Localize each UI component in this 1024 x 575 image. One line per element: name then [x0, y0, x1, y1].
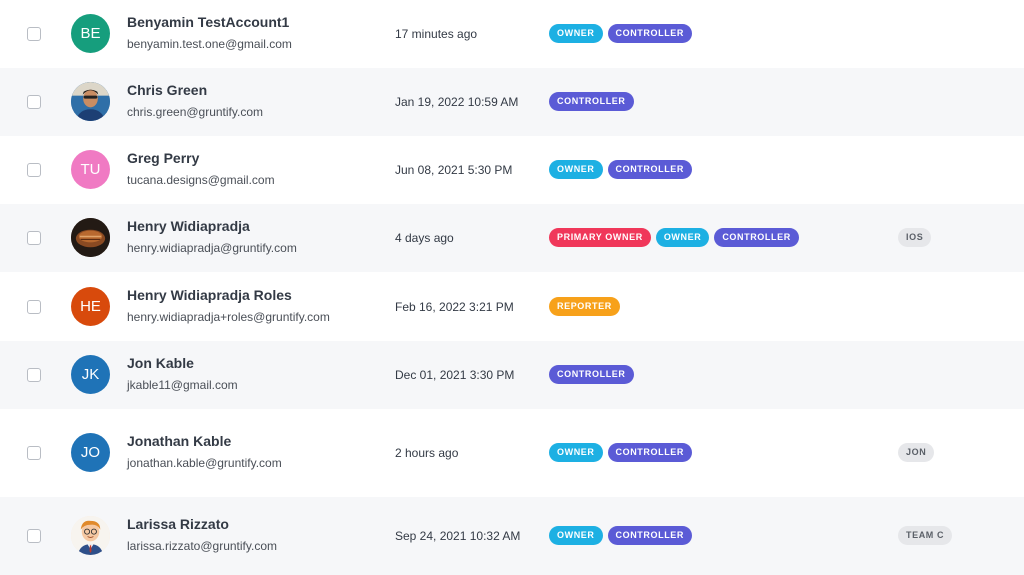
- initials-avatar: TU: [71, 150, 110, 189]
- user-email: tucana.designs@gmail.com: [127, 173, 275, 187]
- table-row[interactable]: Henry Widiapradja henry.widiapradja@grunt…: [0, 204, 1024, 272]
- last-active: 17 minutes ago: [395, 27, 478, 41]
- role-badges: OWNER CONTROLLER: [549, 160, 692, 179]
- cartoon-person-avatar: [71, 516, 110, 555]
- user-name[interactable]: Jonathan Kable: [127, 433, 231, 449]
- role-badges: REPORTER: [549, 296, 620, 316]
- last-active: 4 days ago: [395, 231, 454, 245]
- role-badges: CONTROLLER: [549, 365, 634, 384]
- table-row[interactable]: TU Greg Perry tucana.designs@gmail.com Jun …: [0, 136, 1024, 204]
- role-badges: OWNER CONTROLLER: [549, 443, 692, 462]
- table-row[interactable]: Chris Green chris.green@gruntify.com Jan 1…: [0, 68, 1024, 136]
- user-name[interactable]: Henry Widiapradja Roles: [127, 287, 292, 303]
- role-badge-reporter: REPORTER: [549, 296, 620, 316]
- row-select-checkbox[interactable]: [27, 299, 41, 314]
- row-select-checkbox[interactable]: [27, 529, 41, 543]
- last-active: Jun 08, 2021 5:30 PM: [395, 163, 513, 177]
- row-select-checkbox[interactable]: [27, 231, 41, 245]
- user-email: henry.widiapradja@gruntify.com: [127, 241, 297, 255]
- user-email: chris.green@gruntify.com: [127, 105, 264, 119]
- initials-avatar: JK: [71, 355, 110, 394]
- team-tag: TEAM C: [898, 526, 953, 545]
- role-badge-controller: CONTROLLER: [607, 443, 692, 462]
- avatar-initials: TU: [80, 161, 101, 178]
- role-badges: PRIMARY OWNER OWNER CONTROLLER: [549, 228, 799, 247]
- user-name[interactable]: Greg Perry: [127, 150, 199, 166]
- role-badge-owner: OWNER: [549, 24, 603, 43]
- table-row[interactable]: HE Henry Widiapradja Roles henry.widiaprad…: [0, 272, 1024, 341]
- role-badge-owner: OWNER: [549, 443, 603, 462]
- role-badge-primary: PRIMARY OWNER: [549, 228, 651, 247]
- table-row[interactable]: JK Jon Kable jkable11@gmail.com Dec 01, 202…: [0, 341, 1024, 409]
- row-select-checkbox[interactable]: [27, 27, 41, 41]
- user-email: henry.widiapradja+roles@gruntify.com: [127, 309, 330, 324]
- initials-avatar: JO: [71, 433, 110, 472]
- row-select-checkbox[interactable]: [27, 163, 41, 177]
- row-select-checkbox[interactable]: [27, 368, 41, 382]
- user-email: jkable11@gmail.com: [127, 378, 238, 392]
- role-badge-controller: CONTROLLER: [607, 24, 692, 43]
- last-active: 2 hours ago: [395, 446, 459, 460]
- avatar-initials: BE: [80, 25, 101, 42]
- last-active: Jan 19, 2022 10:59 AM: [395, 95, 519, 109]
- avatar-initials: JK: [81, 366, 100, 383]
- role-badge-controller: CONTROLLER: [607, 160, 692, 179]
- user-name[interactable]: Jon Kable: [127, 355, 194, 371]
- food-photo-avatar: [71, 218, 110, 257]
- role-badge-controller: CONTROLLER: [607, 526, 692, 545]
- avatar-initials: JO: [80, 444, 101, 461]
- last-active: Dec 01, 2021 3:30 PM: [395, 368, 515, 382]
- user-email: benyamin.test.one@gmail.com: [127, 37, 292, 51]
- user-name[interactable]: Larissa Rizzato: [127, 516, 229, 532]
- user-email: larissa.rizzato@gruntify.com: [127, 539, 277, 553]
- user-email: jonathan.kable@gruntify.com: [127, 456, 282, 470]
- last-active: Feb 16, 2022 3:21 PM: [395, 299, 514, 314]
- role-badge-controller: CONTROLLER: [549, 92, 634, 111]
- last-active: Sep 24, 2021 10:32 AM: [395, 529, 521, 543]
- role-badges: OWNER CONTROLLER: [549, 24, 692, 43]
- row-select-checkbox[interactable]: [27, 95, 41, 109]
- user-name[interactable]: Benyamin TestAccount1: [127, 14, 289, 30]
- row-select-checkbox[interactable]: [27, 446, 41, 460]
- team-tag: JON: [898, 443, 935, 462]
- user-name[interactable]: Chris Green: [127, 82, 207, 98]
- role-badge-controller: CONTROLLER: [714, 228, 799, 247]
- role-badge-owner: OWNER: [655, 228, 710, 247]
- table-row[interactable]: Larissa Rizzato larissa.rizzato@gruntify.…: [0, 497, 1024, 575]
- role-badges: CONTROLLER: [549, 92, 634, 111]
- table-row[interactable]: JO Jonathan Kable jonathan.kable@gruntify.…: [0, 409, 1024, 497]
- initials-avatar: BE: [71, 14, 110, 53]
- initials-avatar: HE: [71, 286, 110, 326]
- role-badges: OWNER CONTROLLER: [549, 526, 692, 545]
- table-row[interactable]: BE Benyamin TestAccount1 benyamin.test.one…: [0, 0, 1024, 68]
- role-badge-owner: OWNER: [549, 160, 603, 179]
- role-badge-owner: OWNER: [549, 526, 603, 545]
- team-tag: IOS: [898, 228, 932, 247]
- role-badge-controller: CONTROLLER: [549, 365, 634, 384]
- person-photo-avatar: [71, 82, 110, 121]
- avatar-initials: HE: [80, 297, 101, 315]
- user-name[interactable]: Henry Widiapradja: [127, 218, 250, 234]
